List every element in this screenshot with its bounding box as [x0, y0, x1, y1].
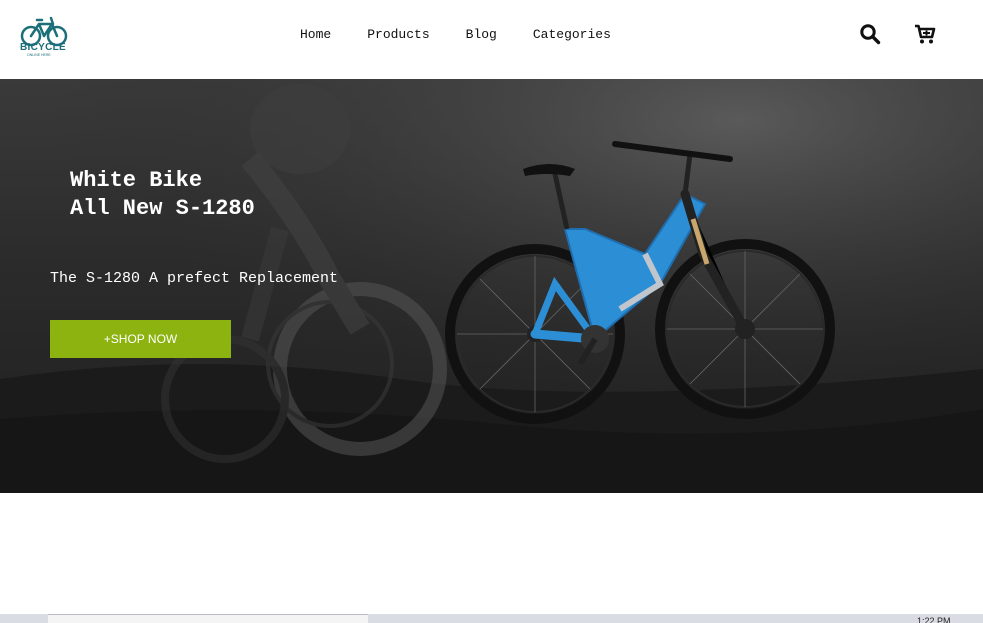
taskbar-clock: 1:22 PM [917, 616, 951, 623]
nav-categories[interactable]: Categories [533, 26, 611, 44]
nav-products[interactable]: Products [367, 26, 429, 44]
blue-mountain-bike-image [445, 141, 835, 424]
hero-banner: White Bike All New S-1280 The S-1280 A p… [0, 79, 983, 493]
nav-home[interactable]: Home [300, 26, 331, 44]
cart-icon[interactable] [913, 22, 937, 46]
taskbar-window-thumbnail[interactable] [48, 614, 368, 623]
main-nav: Home Products Blog Categories [300, 26, 647, 44]
site-header: BICYCLE ONLINE HERE Home Products Blog C… [0, 0, 983, 79]
hero-title-line2: All New S-1280 [70, 196, 255, 221]
logo-word: BICYCLE [20, 42, 66, 53]
hero-title: White Bike All New S-1280 [70, 167, 255, 223]
logo-tagline: ONLINE HERE [27, 53, 51, 57]
hero-subtitle: The S-1280 A prefect Replacement [50, 270, 339, 287]
nav-blog[interactable]: Blog [466, 26, 497, 44]
shop-now-button[interactable]: +SHOP NOW [50, 320, 231, 358]
hero-title-line1: White Bike [70, 168, 203, 193]
search-icon[interactable] [859, 23, 881, 45]
